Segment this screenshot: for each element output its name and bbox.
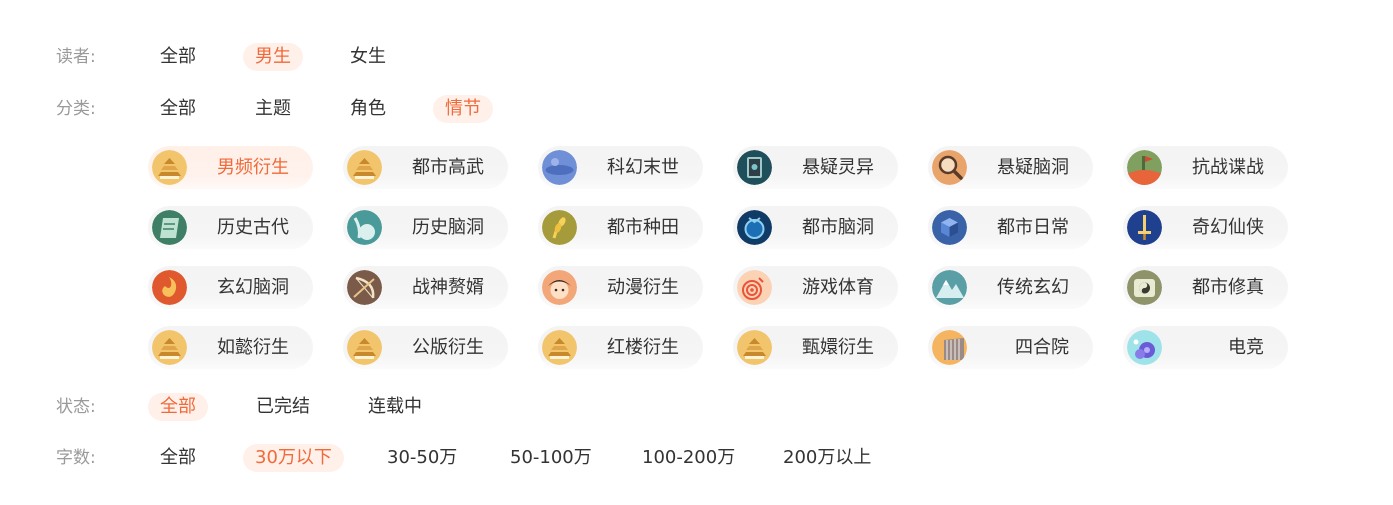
golden-pagoda-icon: [542, 330, 577, 365]
plot-tag-games-sports[interactable]: 游戏体育: [733, 266, 898, 309]
plot-tag-label: 都市种田: [607, 217, 679, 238]
plot-tag-label: 四合院: [1015, 337, 1069, 358]
plot-tag-label: 悬疑灵异: [802, 157, 874, 178]
word-count-filter-row: 字数: 全部 30万以下 30-50万 50-100万 100-200万 200…: [0, 443, 1393, 473]
plot-tag-history-brainstorm[interactable]: 历史脑洞: [343, 206, 508, 249]
plot-tag-label: 传统玄幻: [997, 277, 1069, 298]
word-count-option-all[interactable]: 全部: [148, 444, 208, 472]
plot-tag-label: 游戏体育: [802, 277, 874, 298]
blue-planet-icon: [542, 150, 577, 185]
navy-orb-icon: [737, 210, 772, 245]
plot-tag-label: 都市修真: [1192, 277, 1264, 298]
category-option-all[interactable]: 全部: [148, 95, 208, 123]
courtyard-icon: [932, 330, 967, 365]
plot-tag-label: 红楼衍生: [607, 337, 679, 358]
plot-tag-label: 战神赘婿: [412, 277, 484, 298]
plot-tag-label: 奇幻仙侠: [1192, 217, 1264, 238]
plot-tag-label: 玄幻脑洞: [217, 277, 289, 298]
reader-option-male[interactable]: 男生: [243, 43, 303, 71]
plot-tag-label: 都市脑洞: [802, 217, 874, 238]
plot-tag-label: 如懿衍生: [217, 337, 289, 358]
plot-tag-war-espionage[interactable]: 抗战谍战: [1123, 146, 1288, 189]
status-option-all[interactable]: 全部: [148, 393, 208, 421]
magnifier-icon: [932, 150, 967, 185]
battlefield-icon: [1127, 150, 1162, 185]
word-count-option-1m-2m[interactable]: 100-200万: [630, 444, 747, 472]
golden-pagoda-icon: [347, 330, 382, 365]
reader-filter-row: 读者: 全部 男生 女生: [0, 42, 1393, 72]
plot-tag-urban-farming[interactable]: 都市种田: [538, 206, 703, 249]
category-option-plot[interactable]: 情节: [433, 95, 493, 123]
dark-shrine-icon: [737, 150, 772, 185]
plot-tag-ruyi-derivative[interactable]: 如懿衍生: [148, 326, 313, 369]
plot-tag-urban-brainstorm[interactable]: 都市脑洞: [733, 206, 898, 249]
plot-tag-public-domain-derivative[interactable]: 公版衍生: [343, 326, 508, 369]
anime-face-icon: [542, 270, 577, 305]
plot-tag-esports[interactable]: 电竞: [1123, 326, 1288, 369]
status-filter-row: 状态: 全部 已完结 连载中: [0, 392, 1393, 422]
taiji-icon: [1127, 270, 1162, 305]
scroll-icon: [152, 210, 187, 245]
status-option-ongoing[interactable]: 连载中: [356, 393, 434, 421]
plot-tag-label: 历史古代: [217, 217, 289, 238]
plot-tag-label: 男频衍生: [217, 157, 289, 178]
plot-tag-label: 甄嬛衍生: [802, 337, 874, 358]
plot-tag-label: 科幻末世: [607, 157, 679, 178]
plot-tag-scifi-apocalypse[interactable]: 科幻末世: [538, 146, 703, 189]
plot-tag-label: 悬疑脑洞: [997, 157, 1069, 178]
reader-option-all[interactable]: 全部: [148, 43, 208, 71]
plot-tag-label: 抗战谍战: [1192, 157, 1264, 178]
gamepad-icon: [1127, 330, 1162, 365]
plot-tag-label: 都市日常: [997, 217, 1069, 238]
plot-tag-zhenhuan-derivative[interactable]: 甄嬛衍生: [733, 326, 898, 369]
plot-tag-label: 历史脑洞: [412, 217, 484, 238]
plot-tag-red-chamber-derivative[interactable]: 红楼衍生: [538, 326, 703, 369]
reader-option-female[interactable]: 女生: [338, 43, 398, 71]
plot-tag-xuanhuan-brainstorm[interactable]: 玄幻脑洞: [148, 266, 313, 309]
plot-tag-traditional-xuanhuan[interactable]: 传统玄幻: [928, 266, 1093, 309]
plot-tag-male-derivative[interactable]: 男频衍生: [148, 146, 313, 189]
sword-icon: [1127, 210, 1162, 245]
wheat-icon: [542, 210, 577, 245]
mountain-icon: [932, 270, 967, 305]
category-filter-row: 分类: 全部 主题 角色 情节: [0, 94, 1393, 124]
plot-tag-mystery-brainstorm[interactable]: 悬疑脑洞: [928, 146, 1093, 189]
golden-pagoda-icon: [347, 150, 382, 185]
golden-pagoda-icon: [737, 330, 772, 365]
flame-swirl-icon: [152, 270, 187, 305]
word-count-option-over-2m[interactable]: 200万以上: [771, 444, 883, 472]
plot-tag-anime-derivative[interactable]: 动漫衍生: [538, 266, 703, 309]
category-option-role[interactable]: 角色: [338, 95, 398, 123]
reader-filter-label: 读者:: [56, 47, 96, 67]
category-filter-label: 分类:: [56, 99, 96, 119]
status-filter-label: 状态:: [56, 397, 96, 417]
category-option-theme[interactable]: 主题: [243, 95, 303, 123]
plot-tag-war-god-son-in-law[interactable]: 战神赘婿: [343, 266, 508, 309]
word-count-option-500k-1m[interactable]: 50-100万: [498, 444, 604, 472]
plot-tag-label: 动漫衍生: [607, 277, 679, 298]
plot-tag-urban-daily[interactable]: 都市日常: [928, 206, 1093, 249]
word-count-option-300k-500k[interactable]: 30-50万: [375, 444, 469, 472]
bow-icon: [347, 270, 382, 305]
teal-figure-icon: [347, 210, 382, 245]
plot-tag-label: 都市高武: [412, 157, 484, 178]
plot-tag-history-ancient[interactable]: 历史古代: [148, 206, 313, 249]
target-icon: [737, 270, 772, 305]
plot-tag-urban-cultivation[interactable]: 都市修真: [1123, 266, 1288, 309]
plot-tag-mystery-supernatural[interactable]: 悬疑灵异: [733, 146, 898, 189]
word-count-filter-label: 字数:: [56, 448, 96, 468]
plot-tag-label: 电竞: [1228, 337, 1264, 358]
golden-pagoda-icon: [152, 150, 187, 185]
word-count-option-under-300k[interactable]: 30万以下: [243, 444, 344, 472]
plot-tag-urban-martial[interactable]: 都市高武: [343, 146, 508, 189]
plot-tag-fantasy-xianxia[interactable]: 奇幻仙侠: [1123, 206, 1288, 249]
blue-cube-icon: [932, 210, 967, 245]
plot-tag-label: 公版衍生: [412, 337, 484, 358]
status-option-completed[interactable]: 已完结: [244, 393, 322, 421]
plot-tag-siheyuan[interactable]: 四合院: [928, 326, 1093, 369]
golden-pagoda-icon: [152, 330, 187, 365]
